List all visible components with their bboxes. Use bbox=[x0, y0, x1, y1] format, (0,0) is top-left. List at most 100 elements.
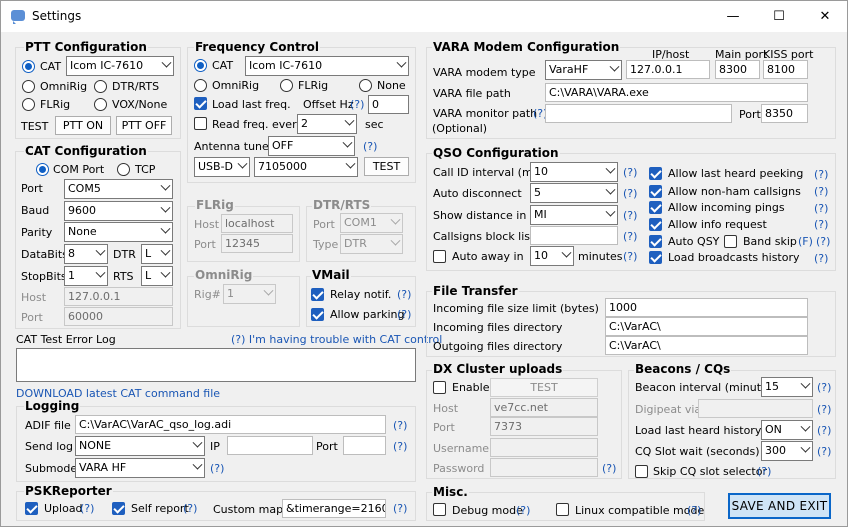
block-help-link[interactable]: (?) bbox=[623, 230, 637, 243]
heard-peeking-help-link[interactable]: (?) bbox=[814, 168, 828, 181]
submode-help-link[interactable]: (?) bbox=[210, 462, 224, 475]
ptt-radio-select[interactable]: Icom IC-7610 bbox=[66, 56, 174, 76]
auto-away-select[interactable]: 10 bbox=[530, 246, 574, 266]
callid-select[interactable]: 10 bbox=[530, 162, 618, 182]
maximize-button[interactable]: ☐ bbox=[756, 1, 802, 32]
allow-parking-checkbox[interactable] bbox=[311, 308, 324, 321]
flrig-host-input[interactable]: localhost bbox=[221, 214, 293, 233]
self-report-checkbox[interactable] bbox=[112, 502, 125, 515]
debug-help-link[interactable]: (?) bbox=[516, 504, 530, 517]
ptt-cat-radio[interactable] bbox=[22, 60, 35, 73]
custom-map-input[interactable]: &timerange=21600&s bbox=[282, 499, 386, 518]
submode-select[interactable]: VARA HF bbox=[75, 458, 205, 478]
close-button[interactable]: ✕ bbox=[802, 1, 847, 32]
cq-slot-help-link[interactable]: (?) bbox=[817, 445, 831, 458]
heard-peeking-checkbox[interactable] bbox=[649, 167, 662, 180]
cq-slot-select[interactable]: 300 bbox=[761, 441, 813, 461]
autodisc-select[interactable]: 5 bbox=[530, 183, 618, 203]
history-select[interactable]: ON bbox=[761, 420, 813, 440]
distance-help-link[interactable]: (?) bbox=[623, 209, 637, 222]
send-log-select[interactable]: NONE bbox=[75, 436, 205, 456]
nonham-checkbox[interactable] bbox=[649, 185, 662, 198]
send-ip-input[interactable] bbox=[227, 436, 313, 455]
auto-qsy-help-link[interactable]: (?) bbox=[816, 235, 830, 248]
relay-help-link[interactable]: (?) bbox=[397, 288, 411, 301]
vara-kiss-port-input[interactable]: 8100 bbox=[763, 60, 808, 79]
load-last-freq-checkbox[interactable] bbox=[194, 97, 207, 110]
vara-path-input[interactable]: C:\VARA\VARA.exe bbox=[545, 83, 808, 102]
pings-checkbox[interactable] bbox=[649, 201, 662, 214]
dx-enable-checkbox[interactable] bbox=[433, 381, 446, 394]
cat-error-log-textarea[interactable] bbox=[16, 348, 416, 382]
history-help-link[interactable]: (?) bbox=[817, 424, 831, 437]
outgoing-dir-input[interactable]: C:\VarAC\ bbox=[605, 336, 808, 355]
dx-host-input[interactable]: ve7cc.net bbox=[490, 398, 598, 417]
self-report-help-link[interactable]: (?) bbox=[183, 502, 197, 515]
dtrrts-type-select[interactable]: DTR bbox=[340, 234, 403, 254]
upload-checkbox[interactable] bbox=[25, 502, 38, 515]
ptt-omnirig-radio[interactable] bbox=[22, 80, 35, 93]
cat-rts-select[interactable]: L bbox=[141, 266, 173, 286]
read-freq-checkbox[interactable] bbox=[194, 117, 207, 130]
vara-type-select[interactable]: VaraHF bbox=[545, 60, 622, 80]
cat-tcpport-input[interactable]: 60000 bbox=[64, 307, 173, 326]
freq-cat-radio[interactable] bbox=[194, 59, 207, 72]
mode-select[interactable]: USB-D bbox=[194, 157, 250, 177]
antenna-help-link[interactable]: (?) bbox=[363, 140, 377, 153]
cat-comport-radio[interactable] bbox=[36, 163, 49, 176]
debug-mode-checkbox[interactable] bbox=[433, 503, 446, 516]
read-freq-select[interactable]: 2 bbox=[297, 114, 357, 134]
beacon-interval-select[interactable]: 15 bbox=[761, 377, 813, 397]
skip-cq-help-link[interactable]: (?) bbox=[757, 465, 771, 478]
callid-help-link[interactable]: (?) bbox=[623, 166, 637, 179]
beacon-interval-help-link[interactable]: (?) bbox=[817, 381, 831, 394]
band-skip-f-link[interactable]: (F) bbox=[798, 235, 813, 248]
offset-input[interactable]: 0 bbox=[368, 95, 409, 114]
vara-monitor-input[interactable] bbox=[545, 104, 732, 123]
digipeat-help-link[interactable]: (?) bbox=[817, 403, 831, 416]
dx-username-input[interactable] bbox=[490, 438, 598, 457]
upload-help-link[interactable]: (?) bbox=[80, 502, 94, 515]
cat-parity-select[interactable]: None bbox=[64, 222, 173, 242]
ptt-off-button[interactable]: PTT OFF bbox=[116, 116, 172, 135]
freq-omnirig-radio[interactable] bbox=[194, 79, 207, 92]
relay-notif-checkbox[interactable] bbox=[311, 288, 324, 301]
distance-select[interactable]: MI bbox=[530, 205, 618, 225]
minimize-button[interactable]: — bbox=[710, 1, 756, 32]
linux-mode-checkbox[interactable] bbox=[556, 503, 569, 516]
info-help-link[interactable]: (?) bbox=[814, 218, 828, 231]
auto-qsy-checkbox[interactable] bbox=[649, 235, 662, 248]
cat-host-input[interactable]: 127.0.0.1 bbox=[64, 287, 173, 306]
cat-stopbits-select[interactable]: 1 bbox=[64, 266, 108, 286]
ptt-vox-radio[interactable] bbox=[94, 98, 107, 111]
auto-away-checkbox[interactable] bbox=[433, 250, 446, 263]
cat-trouble-link[interactable]: (?) I'm having trouble with CAT control bbox=[231, 333, 442, 346]
dx-test-button[interactable]: TEST bbox=[490, 378, 598, 397]
omnirig-rig-select[interactable]: 1 bbox=[223, 284, 276, 304]
cat-port-select[interactable]: COM5 bbox=[64, 179, 173, 199]
ptt-on-button[interactable]: PTT ON bbox=[55, 116, 111, 135]
dx-port-input[interactable]: 7373 bbox=[490, 417, 598, 436]
broadcasts-checkbox[interactable] bbox=[649, 251, 662, 264]
send-port-input[interactable] bbox=[343, 436, 386, 455]
cat-dtr-select[interactable]: L bbox=[141, 244, 173, 264]
incoming-dir-input[interactable]: C:\VarAC\ bbox=[605, 317, 808, 336]
cat-databits-select[interactable]: 8 bbox=[64, 244, 108, 264]
vara-mport-input[interactable]: 8350 bbox=[761, 104, 808, 123]
custom-map-help-link[interactable]: (?) bbox=[393, 502, 407, 515]
autodisc-help-link[interactable]: (?) bbox=[623, 187, 637, 200]
cat-tcp-radio[interactable] bbox=[117, 163, 130, 176]
frequency-select[interactable]: 7105000 bbox=[254, 157, 358, 177]
dx-help-link[interactable]: (?) bbox=[602, 462, 616, 475]
dtrrts-port-select[interactable]: COM1 bbox=[340, 213, 403, 233]
freq-flrig-radio[interactable] bbox=[280, 79, 293, 92]
pings-help-link[interactable]: (?) bbox=[814, 202, 828, 215]
away-help-link[interactable]: (?) bbox=[623, 250, 637, 263]
antenna-tuner-select[interactable]: OFF bbox=[268, 136, 355, 156]
linux-help-link[interactable]: (?) bbox=[687, 504, 701, 517]
cat-baud-select[interactable]: 9600 bbox=[64, 201, 173, 221]
digipeat-input[interactable] bbox=[698, 399, 813, 418]
parking-help-link[interactable]: (?) bbox=[397, 308, 411, 321]
skip-cq-checkbox[interactable] bbox=[635, 465, 648, 478]
broadcasts-help-link[interactable]: (?) bbox=[814, 252, 828, 265]
